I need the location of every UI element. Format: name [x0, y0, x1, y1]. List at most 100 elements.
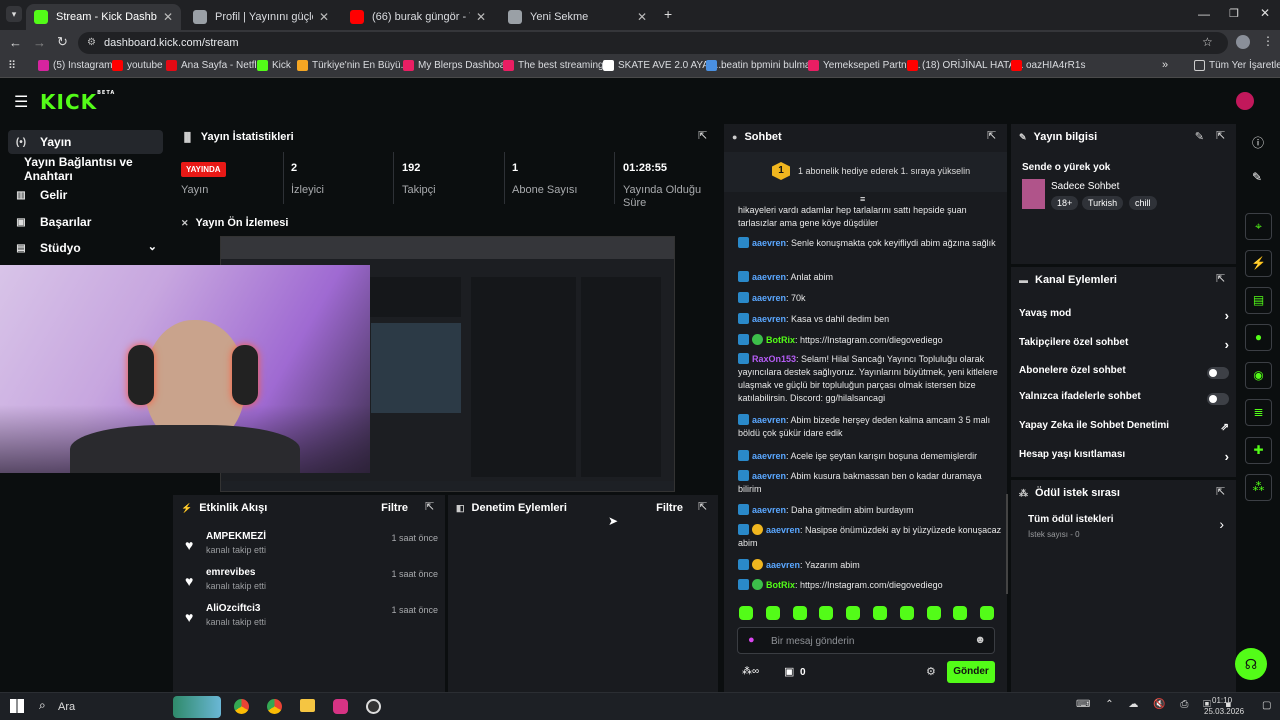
chat-username[interactable]: aaevren [752, 451, 786, 461]
all-reward-requests[interactable]: Tüm ödül istekleri İstek sayısı - 0 › [1028, 514, 1224, 544]
rail-icon-stack[interactable]: ≣ [1245, 399, 1272, 426]
notification-icon[interactable]: ▢ [1262, 700, 1271, 711]
chrome-active-icon[interactable] [267, 699, 282, 714]
obs-icon[interactable] [366, 699, 381, 714]
hamburger-menu-icon[interactable]: ☰ [14, 92, 28, 112]
moderation-filter-button[interactable]: Filtre [656, 502, 683, 514]
taskbar-search-label[interactable]: Ara [58, 701, 75, 713]
edit-pencil-icon[interactable]: ✎ [1195, 130, 1204, 143]
popout-icon[interactable]: ⇱ [1216, 273, 1228, 285]
category-thumbnail[interactable] [1022, 179, 1045, 209]
bookmark-item[interactable]: The best streaming... [503, 60, 612, 71]
explorer-icon[interactable] [300, 699, 315, 712]
new-tab-button[interactable]: + [664, 6, 672, 22]
category-name[interactable]: Sadece Sohbet [1051, 181, 1119, 192]
rail-icon-rewards[interactable]: ⁂ [1245, 474, 1272, 501]
tab-list-icon[interactable]: ▾ [6, 6, 22, 22]
app-icon[interactable] [333, 699, 348, 714]
activity-filter-button[interactable]: Filtre [381, 502, 408, 514]
close-window-button[interactable]: ✕ [1260, 6, 1270, 20]
tab-close-icon[interactable]: ✕ [163, 10, 173, 24]
emote-icon[interactable] [792, 606, 807, 620]
rail-icon-capture[interactable]: ⌖ [1245, 213, 1272, 240]
bookmark-item[interactable]: beatin bpmini bulma [706, 60, 811, 71]
info-icon[interactable]: ⓘ [1252, 134, 1264, 151]
chat-username[interactable]: aaevren [752, 415, 786, 425]
channel-points[interactable]: ⁂∞ [742, 666, 759, 677]
emote-icon[interactable] [926, 606, 941, 620]
popout-icon[interactable]: ⇱ [1216, 486, 1228, 498]
action-slow-mode[interactable]: Yavaş mod › [1019, 308, 1229, 328]
chat-input[interactable]: ● Bir mesaj gönderin ☻ [737, 627, 995, 654]
mic-icon[interactable]: ● [748, 634, 755, 646]
weather-widget[interactable] [173, 696, 221, 718]
bookmark-item[interactable]: Yemeksepeti Partne... [808, 60, 920, 71]
tab-2[interactable]: Profil | Yayınını güçlendirmek iç ✕ [185, 4, 337, 30]
chat-settings-icon[interactable]: ⚙ [926, 665, 936, 678]
emote-icon[interactable] [765, 606, 780, 620]
more-bookmarks-icon[interactable]: » [1162, 59, 1168, 71]
bookmark-item[interactable]: Ana Sayfa - Netflix [166, 60, 264, 71]
emote-icon[interactable] [846, 606, 861, 620]
minimize-button[interactable]: — [1198, 7, 1210, 21]
tab-3[interactable]: (66) burak güngör - YouTube ✕ [342, 4, 494, 30]
emote-icon[interactable] [873, 606, 887, 620]
action-followers-only[interactable]: Takipçilere özel sohbet › [1019, 337, 1229, 357]
emote-icon[interactable] [953, 606, 968, 620]
profile-avatar[interactable] [1236, 35, 1250, 49]
bookmark-item[interactable]: (18) ORİJİNAL HATA... [907, 60, 1024, 71]
kick-logo[interactable]: KICKBETA [40, 90, 115, 114]
rail-icon-bolt[interactable]: ⚡ [1245, 250, 1272, 277]
tab-4[interactable]: Yeni Sekme ✕ [500, 4, 655, 30]
user-avatar[interactable] [1236, 92, 1254, 110]
chat-username[interactable]: aaevren [766, 560, 800, 570]
emote-icon[interactable] [980, 606, 995, 620]
popout-icon[interactable]: ⇱ [987, 130, 999, 142]
bookmark-item[interactable]: youtube [112, 60, 163, 71]
sidebar-item-yayin[interactable]: (•) Yayın [8, 130, 163, 154]
edit-layout-icon[interactable]: ✎ [1252, 170, 1262, 184]
emote-icon[interactable] [739, 606, 753, 620]
follower-name[interactable]: AliOzciftci3 [206, 603, 260, 614]
action-emotes-only[interactable]: Yalnızca ifadelerle sohbet [1019, 391, 1229, 411]
restore-button[interactable]: ❐ [1229, 7, 1239, 20]
bookmark-star-icon[interactable]: ☆ [1202, 35, 1213, 49]
sidebar-item-stream-key[interactable]: Yayın Bağlantısı ve Anahtarı [18, 155, 170, 183]
chat-username[interactable]: aaevren [752, 272, 786, 282]
bookmark-item[interactable]: (5) Instagram [38, 60, 112, 71]
site-info-icon[interactable]: ⚙ [87, 32, 96, 54]
chat-username[interactable]: aaevren [752, 471, 786, 481]
sidebar-item-basarilar[interactable]: ▣ Başarılar [8, 210, 163, 234]
apps-icon[interactable]: ⠿ [8, 59, 16, 72]
bookmark-item[interactable]: Türkiye'nin En Büyü... [297, 60, 409, 71]
chrome-icon[interactable] [234, 699, 249, 714]
bookmark-item[interactable]: oazHIA4rR1s [1011, 60, 1085, 71]
reload-icon[interactable]: ↻ [57, 34, 68, 50]
url-field[interactable]: ⚙ dashboard.kick.com/stream [78, 32, 1228, 54]
follower-name[interactable]: emrevibes [206, 567, 255, 578]
all-bookmarks-folder[interactable]: Tüm Yer İşaretleri [1194, 60, 1280, 71]
rail-icon-wrench[interactable]: ✚ [1245, 437, 1272, 464]
bookmark-item[interactable]: Kick [257, 60, 291, 71]
action-ai-moderation[interactable]: Yapay Zeka ile Sohbet Denetimi ⇗ [1019, 420, 1229, 440]
chat-username[interactable]: aaevren [766, 525, 800, 535]
rail-icon-chat[interactable]: ● [1245, 324, 1272, 351]
sidebar-item-studyo[interactable]: ▤ Stüdyo ⌄ [8, 236, 163, 260]
forward-icon[interactable]: → [33, 35, 46, 50]
bookmark-item[interactable]: My Blerps Dashboard [403, 60, 514, 71]
chat-username[interactable]: RaxOn153 [752, 354, 796, 364]
emoji-icon[interactable]: ☻ [974, 634, 986, 646]
action-subscribers-only[interactable]: Abonelere özel sohbet [1019, 365, 1229, 385]
popout-icon[interactable]: ⇱ [698, 501, 710, 513]
chat-username[interactable]: aaevren [752, 505, 786, 515]
back-icon[interactable]: ← [9, 35, 22, 50]
tab-1[interactable]: Stream - Kick Dashboard ✕ [26, 4, 181, 30]
chat-username[interactable]: aaevren [752, 238, 786, 248]
chat-username[interactable]: aaevren [752, 293, 786, 303]
follower-name[interactable]: AMPEKMEZİ [206, 531, 266, 542]
chat-scrollbar[interactable] [1006, 494, 1008, 594]
tab-close-icon[interactable]: ✕ [476, 10, 486, 24]
subscribers-only-toggle[interactable] [1207, 367, 1229, 379]
emote-icon[interactable] [819, 606, 834, 620]
emotes-only-toggle[interactable] [1207, 393, 1229, 405]
